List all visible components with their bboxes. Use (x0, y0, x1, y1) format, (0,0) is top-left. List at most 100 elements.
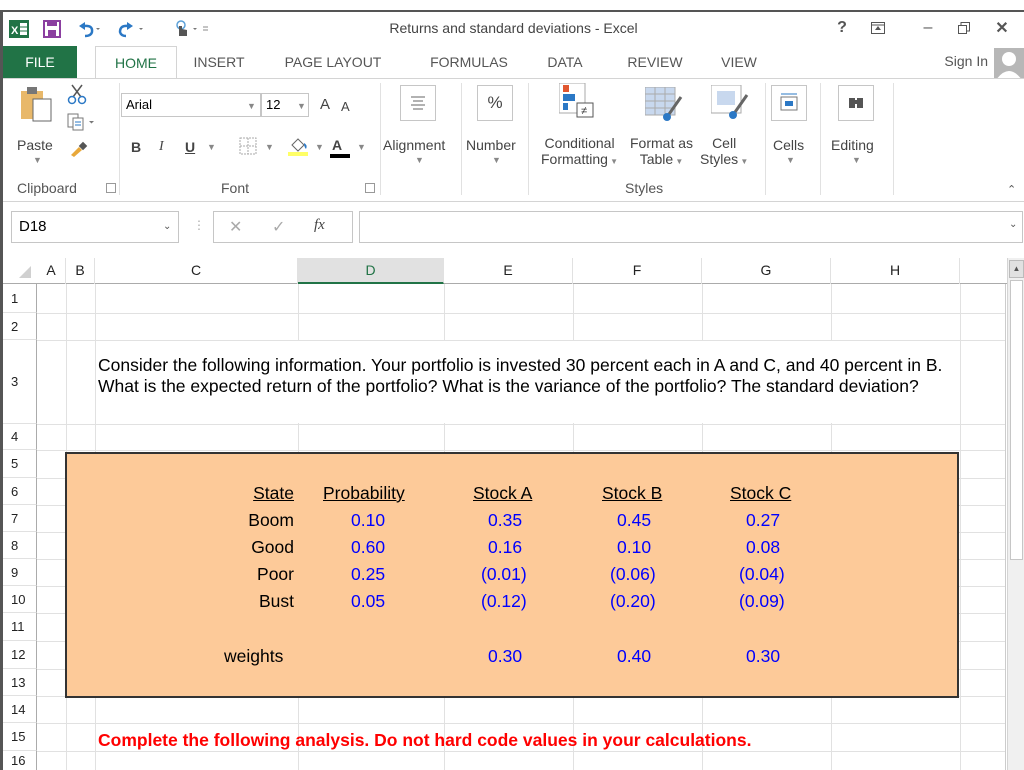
state-cell[interactable]: Poor (257, 564, 294, 585)
sign-in-link[interactable]: Sign In (944, 53, 988, 69)
paste-icon[interactable] (17, 85, 57, 130)
minimize-button[interactable]: – (915, 16, 941, 40)
insert-function-button[interactable]: fx (314, 217, 325, 234)
editing-button[interactable]: Editing (831, 137, 874, 153)
stock-c-cell[interactable]: 0.08 (746, 537, 780, 558)
close-button[interactable]: ✕ (989, 16, 1015, 40)
tab-data[interactable]: DATA (539, 46, 591, 78)
fill-color-icon[interactable] (288, 135, 310, 162)
cells-button[interactable]: Cells (773, 137, 804, 153)
alignment-dropdown-icon[interactable]: ▼ (415, 155, 424, 165)
editing-dropdown-icon[interactable]: ▼ (852, 155, 861, 165)
row-header-6[interactable]: 6 (3, 478, 37, 505)
shrink-font-button[interactable]: A (341, 99, 350, 115)
alignment-button[interactable]: Alignment (383, 137, 445, 153)
collapse-ribbon-icon[interactable]: ⌃ (1007, 183, 1016, 196)
underline-dropdown-icon[interactable]: ▼ (207, 142, 216, 152)
cell-styles-button[interactable]: Cell Styles ▼ (700, 135, 748, 170)
scroll-up-button[interactable]: ▲ (1009, 260, 1024, 278)
worksheet-grid[interactable]: A B C D E F G H 1 2 3 4 5 6 7 8 9 10 11 … (3, 258, 1007, 770)
cell-styles-icon[interactable] (710, 84, 749, 126)
borders-dropdown-icon[interactable]: ▼ (265, 142, 274, 152)
column-header-e[interactable]: E (444, 258, 573, 284)
font-launcher-icon[interactable] (365, 183, 375, 193)
tab-insert[interactable]: INSERT (183, 46, 255, 78)
tab-review[interactable]: REVIEW (619, 46, 691, 78)
vertical-scrollbar[interactable]: ▲ (1007, 258, 1024, 770)
probability-cell[interactable]: 0.25 (351, 564, 385, 585)
column-header-h[interactable]: H (831, 258, 960, 284)
copy-icon[interactable] (67, 113, 97, 136)
state-cell[interactable]: Good (251, 537, 294, 558)
borders-icon[interactable] (239, 137, 257, 160)
stock-a-cell[interactable]: 0.16 (488, 537, 522, 558)
probability-cell[interactable]: 0.10 (351, 510, 385, 531)
grow-font-button[interactable]: A (320, 97, 330, 113)
cells-dropdown-icon[interactable]: ▼ (786, 155, 795, 165)
stock-b-cell[interactable]: 0.45 (617, 510, 651, 531)
tab-view[interactable]: VIEW (713, 46, 765, 78)
row-header-16[interactable]: 16 (3, 751, 37, 770)
column-header-d[interactable]: D (298, 258, 444, 284)
formula-input[interactable] (359, 211, 1023, 243)
stock-c-cell[interactable]: (0.04) (739, 564, 785, 585)
conditional-formatting-button[interactable]: Conditional Formatting ▼ (541, 135, 618, 170)
stock-b-cell[interactable]: (0.06) (610, 564, 656, 585)
cut-icon[interactable] (67, 83, 87, 110)
row-header-1[interactable]: 1 (3, 284, 37, 313)
select-all-button[interactable] (19, 266, 31, 278)
avatar[interactable] (994, 48, 1024, 78)
tab-file[interactable]: FILE (3, 46, 77, 78)
stock-b-cell[interactable]: (0.20) (610, 591, 656, 612)
help-button[interactable]: ? (829, 16, 855, 40)
name-box-dropdown-icon[interactable]: ⌄ (163, 221, 171, 232)
probability-cell[interactable]: 0.05 (351, 591, 385, 612)
state-cell[interactable]: Bust (259, 591, 294, 612)
confirm-entry-icon[interactable]: ✓ (272, 217, 285, 237)
row-header-7[interactable]: 7 (3, 505, 37, 532)
font-color-dropdown-icon[interactable]: ▼ (357, 142, 366, 152)
column-header-b[interactable]: B (66, 258, 95, 284)
tab-page-layout[interactable]: PAGE LAYOUT (279, 46, 387, 78)
fill-color-dropdown-icon[interactable]: ▼ (315, 142, 324, 152)
font-name-select[interactable]: Arial (121, 93, 261, 117)
row-header-14[interactable]: 14 (3, 696, 37, 723)
row-header-15[interactable]: 15 (3, 723, 37, 751)
weight-c-cell[interactable]: 0.30 (746, 646, 780, 667)
probability-cell[interactable]: 0.60 (351, 537, 385, 558)
format-painter-icon[interactable] (69, 141, 89, 162)
italic-button[interactable]: I (159, 139, 164, 155)
column-header-f[interactable]: F (573, 258, 702, 284)
formula-bar-resize-handle[interactable]: ⋮ (193, 218, 205, 232)
paste-button[interactable]: Paste (17, 137, 53, 153)
row-header-9[interactable]: 9 (3, 559, 37, 586)
conditional-formatting-icon[interactable]: ≠ (558, 82, 595, 124)
row-header-11[interactable]: 11 (3, 613, 37, 641)
stock-a-cell[interactable]: 0.35 (488, 510, 522, 531)
number-dropdown-icon[interactable]: ▼ (492, 155, 501, 165)
underline-button[interactable]: U (185, 139, 195, 155)
state-cell[interactable]: Boom (248, 510, 294, 531)
font-name-dropdown-icon[interactable]: ▼ (247, 101, 256, 111)
ribbon-display-options-button[interactable] (865, 16, 891, 40)
stock-c-cell[interactable]: 0.27 (746, 510, 780, 531)
paste-dropdown-icon[interactable]: ▼ (33, 155, 42, 165)
stock-a-cell[interactable]: (0.01) (481, 564, 527, 585)
row-header-3[interactable]: 3 (3, 340, 37, 424)
number-button[interactable]: Number (466, 137, 516, 153)
bold-button[interactable]: B (131, 139, 141, 155)
stock-c-cell[interactable]: (0.09) (739, 591, 785, 612)
format-as-table-icon[interactable] (644, 86, 683, 126)
weights-label[interactable]: weights (224, 646, 283, 667)
font-color-button[interactable]: A (332, 137, 342, 153)
column-header-g[interactable]: G (702, 258, 831, 284)
find-binoculars-icon[interactable] (838, 85, 874, 121)
column-header-a[interactable]: A (37, 258, 66, 284)
clipboard-launcher-icon[interactable] (106, 183, 116, 193)
row-header-10[interactable]: 10 (3, 586, 37, 613)
format-as-table-button[interactable]: Format as Table ▼ (630, 135, 693, 170)
number-format-icon[interactable]: % (477, 85, 513, 121)
tab-formulas[interactable]: FORMULAS (423, 46, 515, 78)
weight-b-cell[interactable]: 0.40 (617, 646, 651, 667)
column-header-c[interactable]: C (95, 258, 298, 284)
